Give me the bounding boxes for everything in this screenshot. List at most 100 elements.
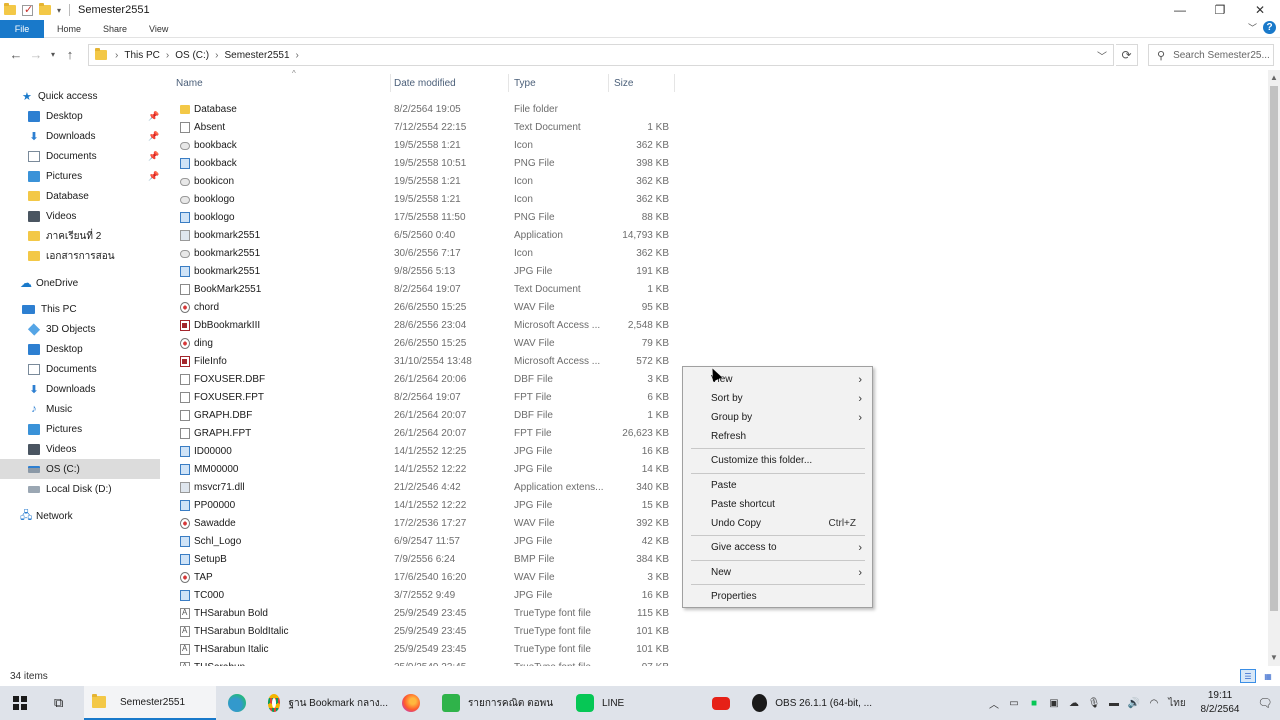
nav-desktop[interactable]: Desktop 📌: [0, 106, 160, 126]
file-row[interactable]: Schl_Logo 6/9/2547 11:57 JPG File 42 KB: [176, 532, 676, 550]
notifications-icon[interactable]: 🗨: [1250, 696, 1280, 710]
search-input[interactable]: ⚲ Search Semester25...: [1148, 44, 1274, 66]
nav-pictures[interactable]: Pictures 📌: [0, 166, 160, 186]
file-row[interactable]: THSarabun25/9/2549 23:45TrueType font fi…: [176, 658, 676, 666]
nav-local-disk-d[interactable]: Local Disk (D:): [0, 479, 160, 499]
details-view-icon[interactable]: ☰: [1240, 669, 1256, 683]
taskbar-edge[interactable]: [220, 686, 254, 720]
start-button[interactable]: [0, 686, 40, 720]
file-row[interactable]: booklogo 19/5/2558 1:21 Icon 362 KB: [176, 190, 676, 208]
minimize-button[interactable]: —: [1160, 0, 1200, 20]
chevron-right-icon[interactable]: ›: [166, 50, 169, 61]
nav-videos[interactable]: Videos: [0, 206, 160, 226]
nav-downloads[interactable]: ⬇ Downloads 📌: [0, 126, 160, 146]
properties-check-icon[interactable]: [22, 3, 33, 16]
file-row[interactable]: bookmark2551 6/5/2560 0:40 Application 14,7…: [176, 226, 676, 244]
file-row[interactable]: bookback 19/5/2558 1:21 Icon 362 KB: [176, 136, 676, 154]
expand-ribbon-chevron-icon[interactable]: ﹀: [1248, 21, 1257, 34]
breadcrumb-os-c[interactable]: OS (C:): [175, 50, 209, 61]
nav-3d-objects[interactable]: 3D Objects: [0, 319, 160, 339]
file-row[interactable]: bookicon 19/5/2558 1:21 Icon 362 KB: [176, 172, 676, 190]
chevron-up-icon[interactable]: ︿: [984, 696, 1004, 711]
forward-button[interactable]: →: [26, 44, 46, 64]
file-row[interactable]: MM00000 14/1/2552 12:22 JPG File 14 KB: [176, 460, 676, 478]
column-header-size[interactable]: Size: [614, 70, 674, 96]
tab-file[interactable]: File: [0, 19, 44, 38]
column-header-type[interactable]: Type: [514, 70, 608, 96]
pin-icon[interactable]: 📌: [148, 171, 159, 182]
column-divider[interactable]: [674, 74, 675, 92]
menu-item-sort-by[interactable]: Sort by ›: [683, 389, 872, 408]
large-icons-view-icon[interactable]: ▦: [1260, 669, 1276, 683]
file-row[interactable]: ID00000 14/1/2552 12:25 JPG File 16 KB: [176, 442, 676, 460]
nav-pc-pictures[interactable]: Pictures: [0, 419, 160, 439]
up-button[interactable]: ↑: [60, 44, 80, 64]
menu-item-refresh[interactable]: Refresh: [683, 427, 872, 446]
language-indicator[interactable]: ไทย: [1164, 696, 1190, 711]
column-header-name[interactable]: Name ^: [176, 70, 390, 96]
nav-onedrive[interactable]: ☁ OneDrive: [0, 273, 160, 293]
pin-icon[interactable]: 📌: [148, 131, 159, 142]
menu-item-properties[interactable]: Properties: [683, 587, 872, 606]
power-icon[interactable]: ▬: [1104, 698, 1124, 709]
file-row[interactable]: bookmark2551 9/8/2556 5:13 JPG File 191 KB: [176, 262, 676, 280]
nav-pc-documents[interactable]: Documents: [0, 359, 160, 379]
menu-item-paste-shortcut[interactable]: Paste shortcut: [683, 495, 872, 514]
file-row[interactable]: TAP 17/6/2540 16:20 WAV File 3 KB: [176, 568, 676, 586]
nav-database[interactable]: Database: [0, 186, 160, 206]
nav-documents[interactable]: Documents 📌: [0, 146, 160, 166]
close-button[interactable]: ✕: [1240, 0, 1280, 20]
nav-pc-downloads[interactable]: ⬇ Downloads: [0, 379, 160, 399]
chevron-right-icon[interactable]: ›: [296, 50, 299, 61]
column-header-date[interactable]: Date modified: [394, 70, 510, 96]
pin-icon[interactable]: 📌: [148, 111, 159, 122]
nav-pc-videos[interactable]: Videos: [0, 439, 160, 459]
file-row[interactable]: FOXUSER.DBF 26/1/2564 20:06 DBF File 3 KB: [176, 370, 676, 388]
file-row[interactable]: PP00000 14/1/2552 12:22 JPG File 15 KB: [176, 496, 676, 514]
battery-icon[interactable]: ▭: [1004, 698, 1024, 709]
menu-item-group-by[interactable]: Group by ›: [683, 408, 872, 427]
customize-toolbar-chevron-icon[interactable]: ▾: [57, 6, 61, 15]
file-row[interactable]: bookback 19/5/2558 10:51 PNG File 398 KB: [176, 154, 676, 172]
nav-network[interactable]: 🖧 Network: [0, 506, 160, 526]
restore-button[interactable]: ❐: [1200, 0, 1240, 20]
file-row[interactable]: TC000 3/7/2552 9:49 JPG File 16 KB: [176, 586, 676, 604]
address-history-chevron-icon[interactable]: ﹀: [1097, 48, 1107, 63]
menu-item-undo-copy[interactable]: Undo Copy Ctrl+Z: [683, 514, 872, 533]
scroll-up-arrow-icon[interactable]: ▲: [1268, 72, 1280, 84]
taskbar-contacts[interactable]: รายการคณิต ตอพน: [434, 686, 562, 720]
back-button[interactable]: ←: [6, 44, 26, 64]
file-row[interactable]: Database 8/2/2564 19:05 File folder: [176, 100, 676, 118]
tab-view[interactable]: View: [138, 20, 179, 38]
file-row[interactable]: chord 26/6/2550 15:25 WAV File 95 KB: [176, 298, 676, 316]
file-row[interactable]: ding 26/6/2550 15:25 WAV File 79 KB: [176, 334, 676, 352]
tab-home[interactable]: Home: [44, 20, 92, 38]
clock[interactable]: 19:11 8/2/2564: [1190, 689, 1250, 717]
volume-icon[interactable]: 🔊: [1124, 698, 1144, 709]
task-view-button[interactable]: ⧉: [46, 686, 76, 720]
column-divider[interactable]: [508, 74, 509, 92]
file-row[interactable]: GRAPH.DBF 26/1/2564 20:07 DBF File 1 KB: [176, 406, 676, 424]
menu-item-give-access[interactable]: Give access to ›: [683, 538, 872, 557]
vertical-scrollbar[interactable]: ▲ ▼: [1268, 70, 1280, 666]
nav-this-pc[interactable]: This PC: [0, 299, 160, 319]
scrollbar-thumb[interactable]: [1270, 86, 1278, 611]
breadcrumb-this-pc[interactable]: This PC: [124, 50, 160, 61]
file-row[interactable]: Sawadde 17/2/2536 17:27 WAV File 392 KB: [176, 514, 676, 532]
file-row[interactable]: FOXUSER.FPT 8/2/2564 19:07 FPT File 6 KB: [176, 388, 676, 406]
taskbar-youtube[interactable]: [704, 686, 738, 720]
scroll-down-arrow-icon[interactable]: ▼: [1268, 652, 1280, 664]
tab-share[interactable]: Share: [92, 20, 138, 38]
microphone-icon[interactable]: 🎙: [1084, 698, 1104, 709]
line-tray-icon[interactable]: ■: [1024, 698, 1044, 709]
file-row[interactable]: FileInfo 31/10/2554 13:48 Microsoft Access…: [176, 352, 676, 370]
file-row[interactable]: THSarabun Bold 25/9/2549 23:45 TrueType fo…: [176, 604, 676, 622]
refresh-button[interactable]: ⟳: [1116, 44, 1138, 66]
onedrive-cloud-icon[interactable]: ☁: [1064, 698, 1084, 709]
pin-icon[interactable]: 📌: [148, 151, 159, 162]
chevron-right-icon[interactable]: ›: [215, 50, 218, 61]
taskbar-firefox[interactable]: [394, 686, 428, 720]
file-row[interactable]: Absent 7/12/2554 22:15 Text Document 1 KB: [176, 118, 676, 136]
nav-music[interactable]: ♪ Music: [0, 399, 160, 419]
taskbar-line[interactable]: LINE: [568, 686, 696, 720]
